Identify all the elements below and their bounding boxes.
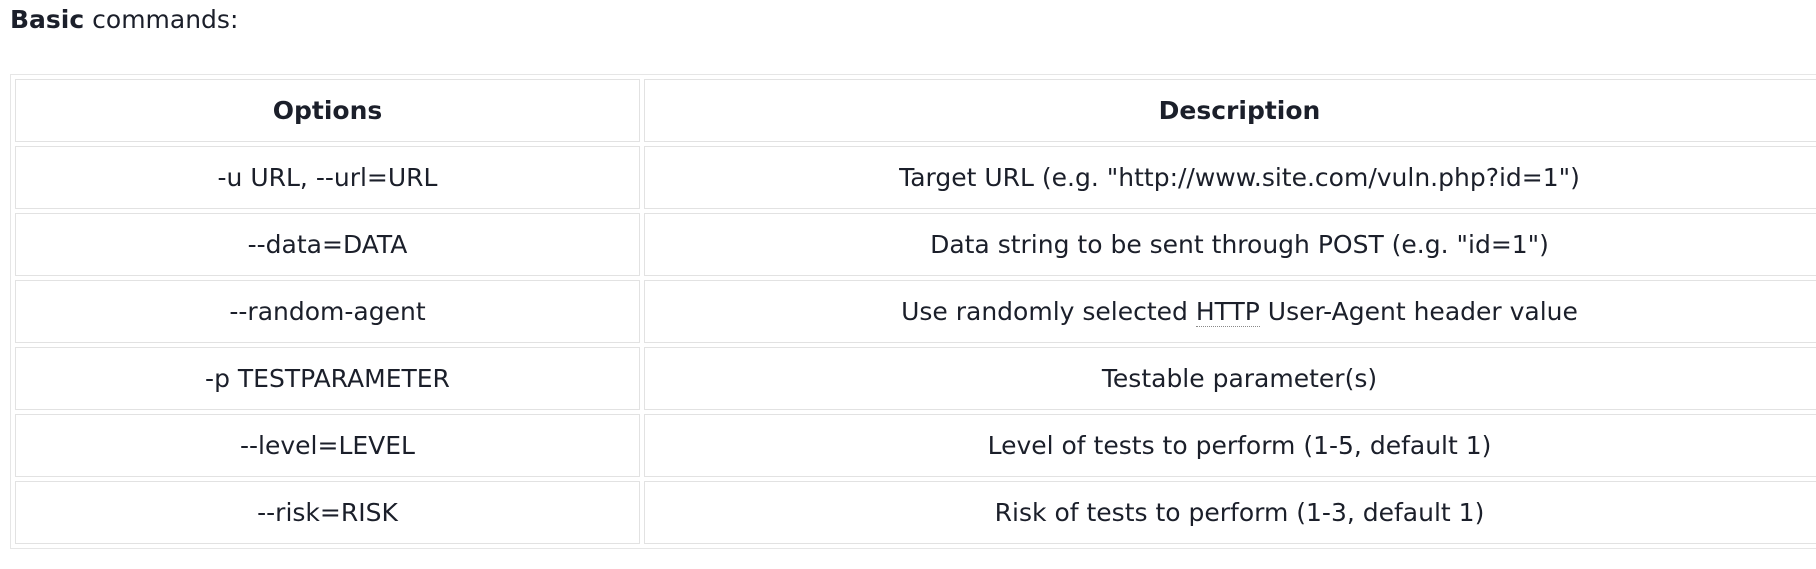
section-heading-rest: commands: <box>84 5 239 34</box>
header-description: Description <box>644 79 1816 142</box>
http-abbreviation[interactable]: HTTP <box>1195 297 1260 327</box>
table-row: --risk=RISK Risk of tests to perform (1-… <box>15 481 1816 544</box>
description-text-pre: Use randomly selected <box>901 297 1196 326</box>
description-cell: Level of tests to perform (1-5, default … <box>644 414 1816 477</box>
table-row: -u URL, --url=URL Target URL (e.g. "http… <box>15 146 1816 209</box>
commands-table: Options Description -u URL, --url=URL Ta… <box>10 74 1816 549</box>
description-cell: Use randomly selected HTTP User-Agent he… <box>644 280 1816 343</box>
description-cell: Risk of tests to perform (1-3, default 1… <box>644 481 1816 544</box>
section-heading-bold: Basic <box>10 5 85 34</box>
description-cell: Testable parameter(s) <box>644 347 1816 410</box>
option-cell: --risk=RISK <box>15 481 640 544</box>
header-options: Options <box>15 79 640 142</box>
option-cell: -u URL, --url=URL <box>15 146 640 209</box>
option-cell: --level=LEVEL <box>15 414 640 477</box>
section-heading: Basic commands: <box>10 3 238 37</box>
table-row: --data=DATA Data string to be sent throu… <box>15 213 1816 276</box>
table-row: --level=LEVEL Level of tests to perform … <box>15 414 1816 477</box>
commands-table-wrapper: Options Description -u URL, --url=URL Ta… <box>10 74 1816 549</box>
option-cell: --data=DATA <box>15 213 640 276</box>
table-row: --random-agent Use randomly selected HTT… <box>15 280 1816 343</box>
table-header-row: Options Description <box>15 79 1816 142</box>
description-cell: Data string to be sent through POST (e.g… <box>644 213 1816 276</box>
option-cell: --random-agent <box>15 280 640 343</box>
description-cell: Target URL (e.g. "http://www.site.com/vu… <box>644 146 1816 209</box>
description-text-post: User-Agent header value <box>1259 297 1578 326</box>
option-cell: -p TESTPARAMETER <box>15 347 640 410</box>
table-row: -p TESTPARAMETER Testable parameter(s) <box>15 347 1816 410</box>
